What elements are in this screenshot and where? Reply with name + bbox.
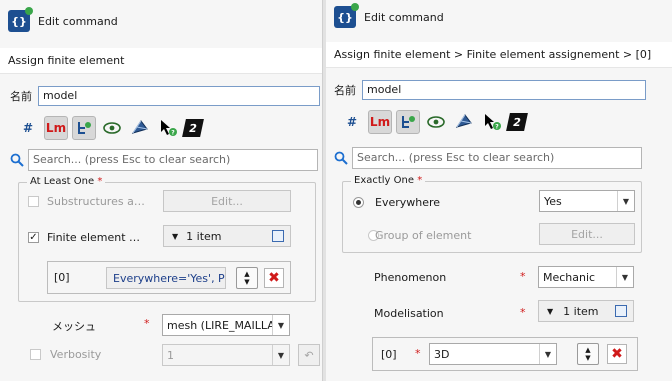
verbosity-select-value: 1: [167, 348, 174, 362]
show-main-keywords-icon[interactable]: Lm: [44, 116, 68, 140]
right-item-row: [0] * 3D ▼ ▲ ▼ ✖: [372, 337, 638, 371]
left-search-row: Search... (press Esc to clear search): [10, 149, 318, 171]
chevron-down-icon: ▼: [272, 345, 289, 365]
left-header: {} Edit command: [8, 6, 118, 36]
right-name-input[interactable]: model: [362, 80, 646, 100]
left-command-name: Assign finite element: [8, 54, 125, 67]
hash-icon[interactable]: #: [16, 116, 40, 140]
eye-icon[interactable]: [424, 110, 448, 134]
chevron-down-icon: ▼: [539, 344, 556, 364]
search-icon: [10, 153, 24, 167]
mesh-view-icon[interactable]: [128, 116, 152, 140]
left-item-value-button[interactable]: Everywhere='Yes', P…: [106, 267, 226, 289]
option2-label: Finite element …: [47, 231, 141, 244]
option1-label: Substructures a…: [47, 195, 145, 208]
move-up-down-icon[interactable]: ▲ ▼: [577, 343, 599, 365]
breadcrumb-text: Assign finite element > Finite element a…: [334, 48, 652, 61]
shortcut-icon[interactable]: 2: [506, 113, 528, 131]
chevron-down-icon: ▼: [172, 231, 179, 241]
mesh-select-value: mesh (LIRE_MAILLAGE: [167, 318, 273, 332]
left-item-index: [0]: [54, 271, 70, 284]
chevron-down-icon: ▼: [272, 315, 289, 335]
pointer-help-icon[interactable]: ?: [480, 110, 504, 134]
right-name-label: 名前: [334, 84, 356, 97]
option2-list-button-label: 1 item: [186, 229, 222, 243]
left-header-title: Edit command: [38, 14, 118, 28]
modelisation-label: Modelisation: [374, 307, 444, 320]
everywhere-label: Everywhere: [375, 196, 441, 209]
edit-command-icon: {}: [334, 3, 359, 28]
right-toolbar: # Lm ? 2: [340, 110, 528, 134]
phenomenon-label: Phenomenon: [374, 271, 447, 284]
search-icon: [334, 151, 348, 165]
move-up-down-icon[interactable]: ▲ ▼: [236, 267, 258, 289]
left-group-title: At Least One *: [27, 176, 106, 187]
right-header: {} Edit command: [334, 2, 444, 32]
phenomenon-required-marker: *: [520, 270, 526, 283]
right-edit-panel: {} Edit command Assign finite element > …: [326, 0, 672, 381]
left-name-input[interactable]: model: [38, 86, 320, 106]
group-of-element-label: Group of element: [375, 229, 472, 242]
right-search-input[interactable]: Search... (press Esc to clear search): [352, 147, 642, 169]
right-search-row: Search... (press Esc to clear search): [334, 147, 642, 169]
mesh-select[interactable]: mesh (LIRE_MAILLAGE ▼: [162, 314, 290, 336]
left-item-row: [0] Everywhere='Yes', P… ▲ ▼ ✖: [47, 261, 291, 294]
delete-icon[interactable]: ✖: [264, 268, 284, 288]
edit-command-icon: {}: [8, 7, 33, 32]
left-command-bar: Assign finite element: [0, 48, 322, 74]
list-edit-icon: [615, 305, 627, 317]
right-header-title: Edit command: [364, 10, 444, 24]
mesh-view-icon[interactable]: [452, 110, 476, 134]
everywhere-select-value: Yes: [544, 194, 562, 208]
right-group-title: Exactly One *: [351, 175, 426, 186]
tree-view-icon[interactable]: [396, 110, 420, 134]
everywhere-select[interactable]: Yes ▼: [539, 190, 635, 212]
hash-icon[interactable]: #: [340, 110, 364, 134]
right-item-select-value: 3D: [434, 347, 450, 361]
mesh-label: メッシュ: [52, 320, 96, 333]
svg-text:?: ?: [171, 130, 175, 137]
tree-view-icon[interactable]: [72, 116, 96, 140]
delete-icon[interactable]: ✖: [607, 344, 627, 364]
chevron-down-icon: ▼: [617, 191, 634, 211]
verbosity-select[interactable]: 1 ▼: [162, 344, 290, 366]
modelisation-list-button-label: 1 item: [563, 304, 599, 318]
left-search-input[interactable]: Search... (press Esc to clear search): [28, 149, 318, 171]
group-of-element-edit-button[interactable]: Edit...: [539, 223, 635, 245]
left-name-label: 名前: [10, 90, 32, 103]
right-item-required-marker: *: [415, 347, 421, 360]
shortcut-icon[interactable]: 2: [182, 119, 204, 137]
option1-checkbox[interactable]: [28, 196, 39, 207]
left-at-least-one-group: At Least One * Substructures a… Edit... …: [18, 176, 316, 302]
modelisation-list-button[interactable]: ▼ 1 item: [538, 300, 634, 322]
show-main-keywords-icon[interactable]: Lm: [368, 110, 392, 134]
right-item-index: [0]: [381, 348, 397, 361]
pointer-help-icon[interactable]: ?: [156, 116, 180, 140]
option2-checkbox[interactable]: ✓: [28, 232, 39, 243]
svg-text:?: ?: [495, 124, 499, 131]
right-item-select[interactable]: 3D ▼: [429, 343, 557, 365]
right-name-row: 名前 model: [334, 78, 646, 102]
option2-list-button[interactable]: ▼ 1 item: [163, 225, 291, 247]
phenomenon-select[interactable]: Mechanic ▼: [538, 266, 634, 288]
left-name-row: 名前 model: [10, 84, 320, 108]
modelisation-required-marker: *: [520, 306, 526, 319]
left-edit-panel: {} Edit command Assign finite element 名前…: [0, 0, 322, 381]
phenomenon-select-value: Mechanic: [543, 270, 596, 284]
verbosity-checkbox[interactable]: [30, 349, 41, 360]
breadcrumb: Assign finite element > Finite element a…: [326, 42, 672, 68]
eye-icon[interactable]: [100, 116, 124, 140]
right-exactly-one-group: Exactly One * Everywhere Yes ▼ Group of …: [342, 175, 642, 253]
reset-icon[interactable]: ↶: [298, 344, 320, 366]
list-edit-icon: [272, 230, 284, 242]
chevron-down-icon: ▼: [547, 306, 554, 316]
everywhere-radio[interactable]: [353, 197, 364, 208]
mesh-required-marker: *: [144, 317, 150, 330]
left-toolbar: # Lm ? 2: [16, 116, 204, 140]
option1-edit-button[interactable]: Edit...: [163, 190, 291, 212]
verbosity-label: Verbosity: [50, 348, 102, 361]
chevron-down-icon: ▼: [616, 267, 633, 287]
